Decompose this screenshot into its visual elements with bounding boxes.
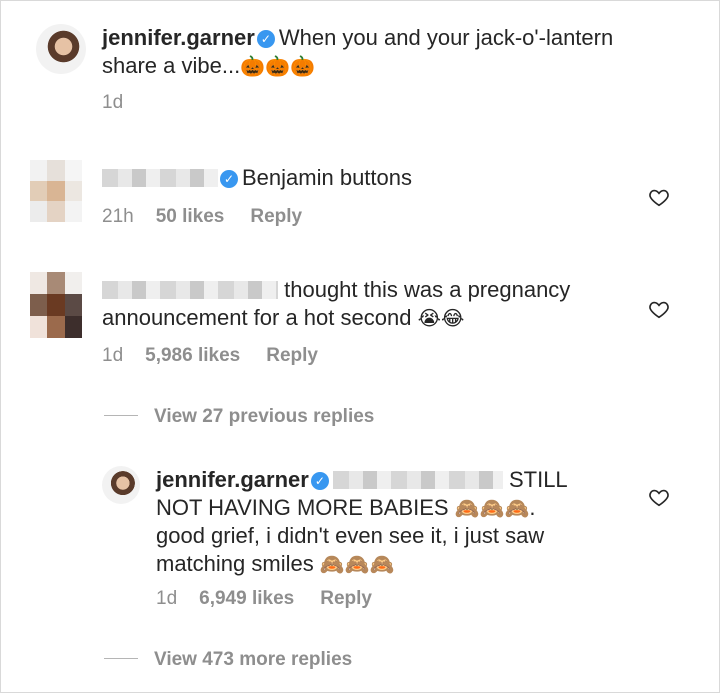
comment-2-time[interactable]: 1d	[102, 345, 123, 366]
comment-1-likes[interactable]: 50 likes	[156, 206, 225, 227]
avatar-commenter-2[interactable]	[30, 272, 82, 338]
comment-2-line2: announcement for a hot second	[102, 305, 412, 330]
view-previous-label[interactable]: View 27 previous replies	[154, 406, 374, 427]
comment-1-username-blurred[interactable]	[102, 169, 218, 187]
reply-line4: matching smiles	[156, 551, 314, 576]
post-time[interactable]: 1d	[102, 92, 123, 113]
comment-2-username-blurred[interactable]	[102, 281, 278, 299]
view-more-label[interactable]: View 473 more replies	[154, 649, 352, 670]
cry-laugh-emoji: 😭😂	[417, 306, 465, 330]
post-meta: 1d	[102, 92, 145, 114]
comment-2-text: thought this was a pregnancy announcemen…	[102, 276, 642, 332]
heart-outline-icon[interactable]	[648, 486, 670, 508]
comment-1-meta: 21h 50 likes Reply	[102, 206, 302, 228]
divider-dash	[104, 415, 138, 416]
verified-badge-icon: ✓	[220, 170, 238, 188]
comment-1-time[interactable]: 21h	[102, 206, 134, 227]
see-no-evil-emoji: 🙈🙈🙈	[454, 496, 530, 520]
comment-2-likes[interactable]: 5,986 likes	[145, 345, 240, 366]
avatar-jennifer-garner[interactable]	[36, 24, 86, 74]
comment-2-meta: 1d 5,986 likes Reply	[102, 345, 318, 367]
heart-outline-icon[interactable]	[648, 298, 670, 320]
post-username[interactable]: jennifer.garner	[102, 25, 255, 50]
avatar-jennifer-garner-reply[interactable]	[102, 466, 140, 504]
comment-1-line1: Benjamin buttons	[242, 165, 412, 190]
verified-badge-icon: ✓	[310, 472, 329, 490]
pumpkin-emoji: 🎃🎃🎃	[240, 54, 315, 78]
view-previous-replies-button[interactable]: View 27 previous replies	[104, 406, 374, 428]
reply-line3: good grief, i didn't even see it, i just…	[156, 523, 545, 548]
comment-2-reply-button[interactable]: Reply	[266, 345, 318, 366]
divider-dash	[104, 658, 138, 659]
reply-line2-end: .	[529, 495, 536, 520]
reply-likes[interactable]: 6,949 likes	[199, 588, 294, 609]
reply-username[interactable]: jennifer.garner	[156, 467, 309, 492]
avatar-commenter-1[interactable]	[30, 160, 82, 222]
reply-mention-blurred[interactable]	[332, 471, 503, 489]
reply-time[interactable]: 1d	[156, 588, 177, 609]
comment-2-line1: thought this was a pregnancy	[284, 277, 571, 302]
reply-text: jennifer.garner ✓ STILL NOT HAVING MORE B…	[156, 466, 636, 578]
comment-1-text: ✓ Benjamin buttons	[102, 164, 622, 192]
heart-outline-icon[interactable]	[648, 186, 670, 208]
reply-line1: STILL	[508, 467, 568, 492]
reply-reply-button[interactable]: Reply	[320, 588, 372, 609]
caption-line2: share a vibe...	[102, 53, 241, 78]
comment-1-reply-button[interactable]: Reply	[250, 206, 302, 227]
view-more-replies-button[interactable]: View 473 more replies	[104, 649, 352, 671]
see-no-evil-emoji: 🙈🙈🙈	[319, 552, 395, 576]
verified-badge-icon: ✓	[256, 30, 275, 48]
reply-meta: 1d 6,949 likes Reply	[156, 588, 372, 610]
caption-line1: When you and your jack-o'-lantern	[278, 25, 614, 50]
reply-line2: NOT HAVING MORE BABIES	[156, 495, 449, 520]
post-caption: jennifer.garner ✓ When you and your jack-o…	[102, 24, 702, 80]
